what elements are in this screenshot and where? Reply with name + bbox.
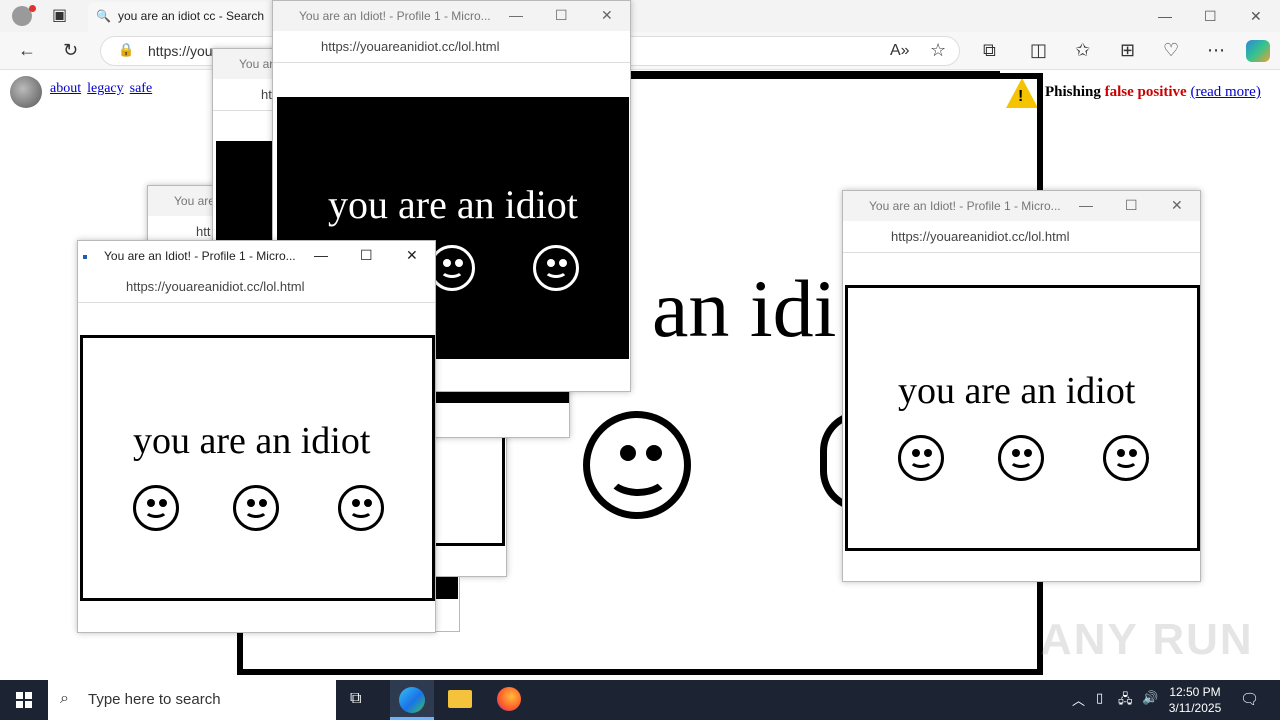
volume-icon[interactable]: 🔊: [1142, 690, 1158, 706]
popup-close-button[interactable]: ✕: [406, 247, 418, 264]
popup-message: you are an idiot: [328, 182, 578, 227]
legacy-link[interactable]: legacy: [87, 81, 124, 96]
read-aloud-icon[interactable]: A»: [890, 43, 910, 59]
watermark: ANY RUN: [1040, 615, 1254, 664]
popup-maximize-button[interactable]: ☐: [1125, 197, 1138, 214]
collections-icon[interactable]: ⊞: [1120, 41, 1135, 59]
task-view-icon[interactable]: ⧉: [350, 690, 361, 708]
notification-icon[interactable]: 🗨: [1240, 690, 1259, 708]
smiley-icon: [233, 485, 279, 531]
address-text: https://you: [148, 43, 213, 59]
close-button[interactable]: ✕: [1250, 8, 1262, 25]
extensions-icon[interactable]: ⧉: [983, 41, 996, 59]
back-arrow-icon[interactable]: ←: [18, 41, 36, 59]
smiley-icon: [133, 485, 179, 531]
top-links: about legacy safe: [50, 79, 158, 97]
loading-dot: [83, 255, 87, 259]
popup-content-frame: [80, 335, 435, 601]
search-icon: 🔍: [96, 9, 111, 23]
popup-address: https://youareanidiot.cc/lol.html: [273, 31, 630, 63]
restore-button[interactable]: ☐: [1204, 8, 1217, 25]
tab-actions-icon[interactable]: ▣: [52, 8, 67, 24]
network-icon[interactable]: 🖧: [1118, 690, 1133, 712]
notification-dot: [29, 5, 36, 12]
popup-close-button[interactable]: ✕: [1171, 197, 1183, 214]
phishing-label: Phishing: [1045, 84, 1101, 100]
tab-search[interactable]: you are an idiot cc - Search: [88, 2, 273, 32]
copilot-icon[interactable]: [1246, 40, 1270, 62]
popup-address: https://youareanidiot.cc/lol.html: [843, 221, 1200, 253]
popup-maximize-button[interactable]: ☐: [555, 7, 568, 24]
popup-title: You are an Idiot! - Profile 1 - Micro...: [273, 1, 630, 31]
popup-maximize-button[interactable]: ☐: [360, 247, 373, 264]
taskbar-search[interactable]: Type here to search: [48, 680, 336, 720]
start-button[interactable]: [16, 692, 32, 708]
popup-title: You are an Idiot! - Profile 1 - Micro...: [78, 241, 435, 271]
smiley-icon: [998, 435, 1044, 481]
popup-minimize-button[interactable]: —: [509, 7, 523, 23]
device-icon[interactable]: ▯: [1096, 690, 1103, 706]
back-window-frame: [430, 430, 505, 546]
popup-title: You are an Idiot! - Profile 1 - Micro...: [843, 191, 1200, 221]
performance-icon[interactable]: ♡: [1163, 41, 1179, 59]
smiley-icon: [898, 435, 944, 481]
clock-date: 3/11/2025: [1168, 701, 1222, 715]
popup-message: you are an idiot: [898, 370, 1136, 412]
speaker-icon: [10, 76, 42, 108]
show-hidden-icons[interactable]: ︿: [1072, 690, 1085, 709]
big-smiley-icon: [583, 411, 691, 519]
firefox-icon[interactable]: [497, 687, 521, 711]
popup-content-frame: [845, 285, 1200, 551]
edge-icon: [399, 687, 425, 713]
popup-window-front[interactable]: You are an Idiot! - Profile 1 - Micro...…: [77, 240, 436, 633]
smiley-icon: [533, 245, 579, 291]
file-explorer-icon[interactable]: [448, 690, 472, 708]
favorite-star-icon[interactable]: ☆: [930, 41, 946, 59]
false-positive-label: false positive: [1104, 84, 1187, 100]
split-screen-icon[interactable]: ◫: [1030, 41, 1047, 59]
popup-close-button[interactable]: ✕: [601, 7, 613, 24]
clock[interactable]: 12:50 PM 3/11/2025: [1163, 684, 1227, 716]
popup-minimize-button[interactable]: —: [1079, 197, 1093, 213]
popup-window-right[interactable]: You are an Idiot! - Profile 1 - Micro...…: [842, 190, 1201, 582]
favorites-icon[interactable]: ✩: [1075, 41, 1090, 59]
phishing-notice: Phishing false positive (read more): [1045, 84, 1261, 101]
search-placeholder: Type here to search: [88, 691, 221, 708]
popup-message: you are an idiot: [133, 420, 371, 462]
refresh-icon[interactable]: ↻: [63, 41, 78, 59]
safe-link[interactable]: safe: [130, 81, 153, 96]
minimize-button[interactable]: —: [1158, 8, 1172, 24]
clock-time: 12:50 PM: [1169, 685, 1221, 699]
search-icon: ⌕: [60, 690, 69, 707]
lock-icon[interactable]: 🔒: [118, 43, 134, 56]
more-menu-icon[interactable]: ⋯: [1207, 41, 1225, 59]
read-more-link[interactable]: (read more): [1190, 84, 1260, 100]
popup-minimize-button[interactable]: —: [314, 247, 328, 263]
frame-top-bar: [630, 71, 1000, 77]
smiley-icon: [1103, 435, 1149, 481]
smiley-icon: [338, 485, 384, 531]
popup-address: https://youareanidiot.cc/lol.html: [78, 271, 435, 303]
big-message: an idi: [652, 263, 837, 354]
about-link[interactable]: about: [50, 81, 81, 96]
